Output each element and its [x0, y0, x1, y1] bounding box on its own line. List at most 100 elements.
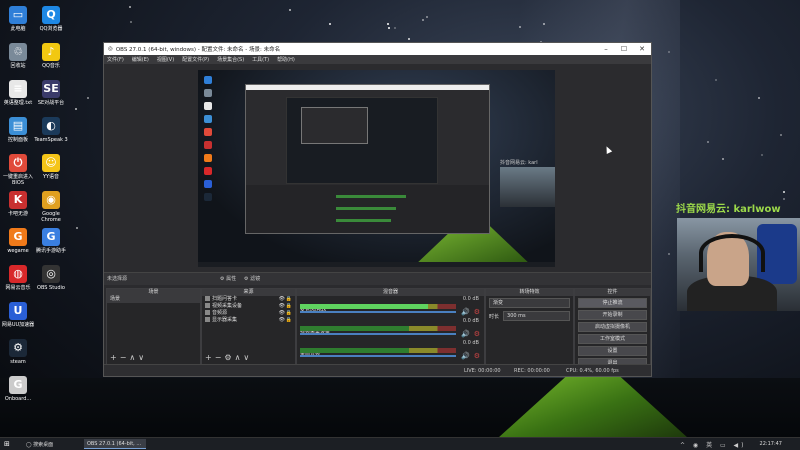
control-button[interactable]: 停止推流 [578, 298, 647, 308]
lock-icon[interactable]: 🔒 [286, 310, 292, 317]
desktop-shortcut[interactable]: ◎ OBS Studio [33, 265, 69, 291]
control-button[interactable]: 开始录制 [578, 310, 647, 320]
gear-icon[interactable]: ⚙ [474, 308, 480, 316]
gear-icon[interactable]: ⚙ [474, 352, 480, 360]
desktop-shortcut[interactable]: ▭ 此电脑 [0, 6, 36, 32]
taskbar-search[interactable]: ◯ 搜索桌面 [26, 441, 53, 448]
properties-button[interactable]: ⚙ 属性 [220, 275, 236, 282]
menu-item[interactable]: 视图(V) [157, 56, 174, 63]
mixer-channel: 视频采集设备 0.0 dB 🔊 ⚙ [297, 318, 484, 340]
desktop-shortcut-label: 回收站 [10, 63, 26, 69]
speaker-icon[interactable]: 🔊 [461, 308, 470, 316]
desktop-shortcut[interactable]: ♪ QQ音乐 [33, 43, 69, 69]
preview-desktop-icons [200, 72, 222, 206]
obs-preview-canvas[interactable]: 抖音网易云: karl [198, 70, 555, 267]
lock-icon[interactable]: 🔒 [286, 317, 292, 324]
visibility-eye-icon[interactable]: 👁 [279, 317, 285, 324]
desktop-shortcut[interactable]: ≡ 英语整理.txt [0, 80, 36, 106]
close-button[interactable]: ✕ [633, 43, 651, 55]
menu-item[interactable]: 场景集合(S) [217, 56, 244, 63]
desktop-shortcut[interactable]: Q QQ浏览器 [33, 6, 69, 32]
star [722, 158, 725, 161]
system-tray[interactable]: ^ ◉ 英 ▭ ◀) [680, 440, 747, 449]
menu-item[interactable]: 帮助(H) [277, 56, 295, 63]
start-button[interactable]: ⊞ [4, 440, 10, 448]
ground-silhouette [0, 378, 800, 438]
desktop-shortcut[interactable]: SE SE对战平台 [33, 80, 69, 106]
speaker-icon[interactable]: 🔊 [461, 352, 470, 360]
mixer-channel: 麦克风/Aux 0.0 dB 🔊 ⚙ [297, 296, 484, 318]
star [129, 20, 132, 23]
maximize-button[interactable]: ☐ [615, 43, 633, 55]
star [706, 141, 709, 144]
source-item[interactable]: 视频采集设备 👁 🔒 [202, 303, 295, 310]
volume-slider[interactable] [300, 311, 456, 313]
desktop-shortcut[interactable]: G 腾讯手游助手 [33, 228, 69, 254]
source-item[interactable]: 音频源 👁 🔒 [202, 310, 295, 317]
obs-window[interactable]: ◎ OBS 27.0.1 (64-bit, windows) - 配置文件: 未… [103, 42, 652, 377]
scene-toolbar[interactable]: +−∧∨ [110, 353, 147, 362]
source-label: 音频源 [212, 310, 228, 316]
source-item[interactable]: 扫题问答卡 👁 🔒 [202, 296, 295, 303]
taskbar-obs-app[interactable]: OBS 27.0.1 (64-bit, ... [84, 439, 146, 449]
star [667, 50, 670, 53]
source-toolbar-buttons[interactable]: +−⚙∧∨ [205, 353, 252, 362]
desktop-shortcut-label: 控制面板 [7, 137, 28, 143]
menu-item[interactable]: 配置文件(P) [182, 56, 209, 63]
visibility-eye-icon[interactable]: 👁 [279, 303, 285, 310]
menu-item[interactable]: 编辑(E) [132, 56, 149, 63]
scenes-header: 场景 [107, 289, 200, 296]
desktop-shortcut[interactable]: G Onboard... [0, 376, 36, 402]
menu-item[interactable]: 工具(T) [252, 56, 269, 63]
desktop-shortcut[interactable]: ◍ 网易云音乐 [0, 265, 36, 291]
desktop-shortcut-label: 此电脑 [10, 26, 26, 32]
desktop-shortcut[interactable]: ⚙ steam [0, 339, 36, 365]
desktop-shortcut[interactable]: Gwegame [0, 228, 36, 254]
volume-meter [300, 326, 456, 331]
netease-music-icon: ◍ [9, 265, 27, 283]
source-item[interactable]: 显示器采集 👁 🔒 [202, 317, 295, 324]
transition-select[interactable]: 渐变 [489, 298, 570, 308]
mixer-header: 混音器 [297, 289, 484, 296]
desktop-shortcut-label: 卡吧无游 [7, 211, 28, 217]
desktop-shortcut[interactable]: K 卡吧无游 [0, 191, 36, 217]
menu-item[interactable]: 文件(F) [107, 56, 124, 63]
control-button[interactable]: 启动虚拟摄像机 [578, 322, 647, 332]
lock-icon[interactable]: 🔒 [286, 303, 292, 310]
lock-icon[interactable]: 🔒 [286, 296, 292, 303]
qq-browser-icon: Q [42, 6, 60, 24]
source-type-icon [205, 317, 210, 322]
teamspeak-icon: ◐ [42, 117, 60, 135]
control-button[interactable]: 工作室模式 [578, 334, 647, 344]
mixer-channel-db: 0.0 dB [462, 296, 479, 302]
sources-panel: 来源 扫题问答卡 👁 🔒 视频采集设备 👁 🔒 音频源 👁 🔒 显示器采集 👁 🔒 +−⚙∧∨ [201, 288, 296, 365]
desktop-shortcut-label: QQ音乐 [42, 63, 60, 69]
speaker-icon[interactable]: 🔊 [461, 330, 470, 338]
desktop-shortcut[interactable]: ▤ 控制面板 [0, 117, 36, 143]
scene-item[interactable]: 场景 [107, 296, 200, 303]
volume-slider[interactable] [300, 355, 456, 357]
star [328, 23, 331, 26]
taskbar-clock[interactable]: 22:17:47 [760, 441, 782, 447]
control-button[interactable]: 设置 [578, 346, 647, 356]
chrome-icon: ◉ [42, 191, 60, 209]
qq-music-icon: ♪ [42, 43, 60, 61]
desktop-shortcut[interactable]: ◉ Google Chrome [33, 191, 69, 223]
visibility-eye-icon[interactable]: 👁 [279, 310, 285, 317]
obs-studio-icon: ◎ [42, 265, 60, 283]
no-source-label: 未选择源 [107, 276, 128, 282]
volume-slider[interactable] [300, 333, 456, 335]
duration-input[interactable]: 300 ms [503, 311, 570, 321]
desktop-shortcut[interactable]: ⏻ 一键重启进入BIOS [0, 154, 36, 186]
obs-title-bar[interactable]: ◎ OBS 27.0.1 (64-bit, windows) - 配置文件: 未… [104, 43, 651, 55]
filters-button[interactable]: ⚙ 滤镜 [244, 275, 260, 282]
gear-icon[interactable]: ⚙ [474, 330, 480, 338]
desktop-shortcut[interactable]: ☺ YY语音 [33, 154, 69, 180]
desktop-shortcut[interactable]: ◐ TeamSpeak 3 [33, 117, 69, 143]
visibility-eye-icon[interactable]: 👁 [279, 296, 285, 303]
desktop-shortcut[interactable]: ♲ 回收站 [0, 43, 36, 69]
minimize-button[interactable]: – [597, 43, 615, 55]
desktop-shortcut[interactable]: U 网易UU加速器 [0, 302, 36, 328]
star [387, 26, 390, 29]
computer-icon: ▭ [9, 6, 27, 24]
